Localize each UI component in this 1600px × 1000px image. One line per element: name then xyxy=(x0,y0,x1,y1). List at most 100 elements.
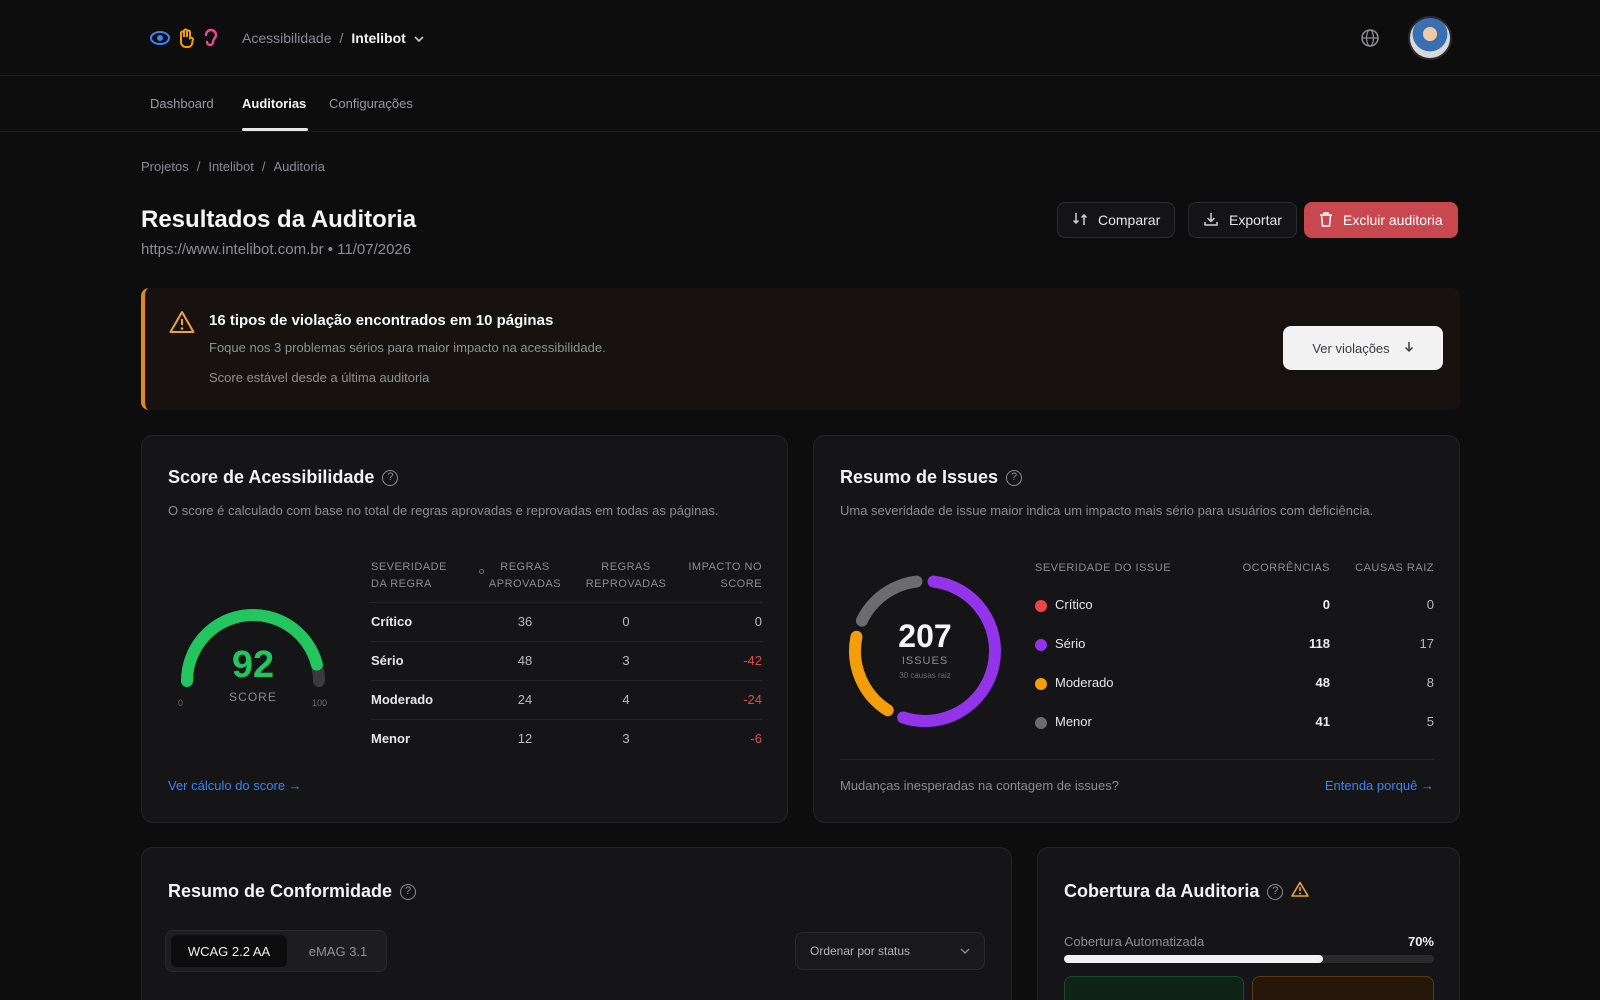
score-label: SCORE xyxy=(229,690,277,704)
breadcrumb-separator: / xyxy=(261,159,266,174)
tab-wcag[interactable]: WCAG 2.2 AA xyxy=(171,935,287,967)
help-icon[interactable]: ? xyxy=(400,883,417,900)
row-divider xyxy=(371,602,762,603)
hand-icon xyxy=(178,28,196,53)
help-icon[interactable]: ? xyxy=(1267,883,1284,900)
table-cell: Menor xyxy=(1055,714,1092,729)
ear-icon xyxy=(204,28,218,53)
issues-total: 207 xyxy=(898,618,952,654)
table-cell: 0 xyxy=(754,614,762,629)
warning-icon xyxy=(1291,881,1310,902)
table-cell: Crítico xyxy=(1055,597,1093,612)
coverage-stat-green xyxy=(1064,976,1244,1000)
issues-footer-text: Mudanças inesperadas na contagem de issu… xyxy=(840,778,1119,793)
table-cell: Menor xyxy=(371,731,410,746)
arrow-down-icon xyxy=(1404,341,1414,356)
coverage-percent: 70% xyxy=(1407,934,1434,949)
view-violations-button[interactable]: Ver violações xyxy=(1283,326,1443,370)
gauge-min: 0 xyxy=(178,698,184,708)
download-icon xyxy=(1203,211,1219,230)
score-calculation-link[interactable]: Ver cálculo do score → xyxy=(168,778,302,793)
compare-icon xyxy=(1072,211,1088,230)
score-card: Score de Acessibilidade ? O score é calc… xyxy=(141,435,788,823)
table-cell: 8 xyxy=(1426,675,1434,690)
issues-card-title: Resumo de Issues ? xyxy=(840,467,1023,488)
issues-description: Uma severidade de issue maior indica um … xyxy=(840,503,1374,518)
table-cell: Sério xyxy=(1055,636,1086,651)
globe-icon[interactable] xyxy=(1360,28,1380,53)
alert-score-status: Score estável desde a última auditoria xyxy=(209,370,430,385)
warning-icon xyxy=(169,310,195,339)
breadcrumb-intelibot[interactable]: Intelibot xyxy=(208,159,254,174)
table-cell: -42 xyxy=(743,653,762,668)
row-divider xyxy=(371,680,762,681)
tab-dashboard[interactable]: Dashboard xyxy=(150,96,214,111)
table-cell: 12 xyxy=(517,731,533,746)
column-header[interactable]: IMPACTO NO SCORE xyxy=(682,559,762,593)
compare-label: Comparar xyxy=(1098,212,1161,228)
view-violations-label: Ver violações xyxy=(1312,340,1390,356)
export-button[interactable]: Exportar xyxy=(1188,202,1297,238)
table-cell: 118 xyxy=(1309,636,1330,651)
score-card-title: Score de Acessibilidade ? xyxy=(168,467,399,488)
tab-configuracoes[interactable]: Configurações xyxy=(329,96,413,111)
column-header[interactable]: SEVERIDADE DO ISSUE xyxy=(1035,560,1171,577)
conformance-card: Resumo de Conformidade ? xyxy=(141,847,1012,1000)
help-icon[interactable]: ? xyxy=(1006,469,1023,486)
column-header[interactable]: OCORRÊNCIAS xyxy=(1204,560,1330,577)
compare-button[interactable]: Comparar xyxy=(1057,202,1176,238)
coverage-progress xyxy=(1064,955,1434,963)
project-name[interactable]: Intelibot xyxy=(351,30,405,46)
eye-icon xyxy=(150,31,170,50)
table-cell: 0 xyxy=(1322,597,1330,612)
page-title: Resultados da Auditoria xyxy=(141,206,417,233)
avatar[interactable] xyxy=(1408,16,1452,60)
sort-icon[interactable] xyxy=(479,569,484,574)
conformance-card-title: Resumo de Conformidade ? xyxy=(168,881,417,902)
tab-emag[interactable]: eMAG 3.1 xyxy=(294,935,382,967)
chevron-down-icon[interactable] xyxy=(414,30,424,46)
score-title-text: Score de Acessibilidade xyxy=(168,467,375,487)
row-divider xyxy=(371,641,762,642)
help-icon[interactable]: ? xyxy=(382,469,399,486)
sort-select[interactable]: Ordenar por status xyxy=(795,932,985,970)
donut-segment-menor xyxy=(855,575,923,627)
alert-title: 16 tipos de violação encontrados em 10 p… xyxy=(209,312,554,329)
table-cell: Crítico xyxy=(371,614,413,629)
breadcrumb-projetos[interactable]: Projetos xyxy=(141,159,189,174)
table-cell: 0 xyxy=(622,614,630,629)
project-switcher[interactable]: Acessibilidade / Intelibot xyxy=(242,30,424,46)
table-cell: -24 xyxy=(743,692,762,707)
crumb-separator: / xyxy=(339,30,344,46)
alert-message: Foque nos 3 problemas sérios para maior … xyxy=(209,340,606,355)
active-tab-indicator xyxy=(242,128,308,131)
column-header[interactable]: SEVERIDADE DA REGRA xyxy=(371,559,451,593)
breadcrumb-separator: / xyxy=(196,159,201,174)
coverage-progress-fill xyxy=(1064,955,1323,963)
conformance-title-text: Resumo de Conformidade xyxy=(168,881,393,901)
page-subtitle: https://www.intelibot.com.br • 11/07/202… xyxy=(141,241,412,258)
breadcrumb: Projetos / Intelibot / Auditoria xyxy=(141,159,325,174)
crumb-root[interactable]: Acessibilidade xyxy=(242,30,332,46)
coverage-card-title: Cobertura da Auditoria ? xyxy=(1064,881,1310,902)
column-header[interactable]: REGRAS REPROVADAS xyxy=(576,559,676,593)
issues-total-label: ISSUES xyxy=(901,655,949,667)
delete-audit-button[interactable]: Excluir auditoria xyxy=(1304,202,1458,238)
column-header[interactable]: CAUSAS RAIZ xyxy=(1334,560,1434,577)
severity-dot-serious xyxy=(1035,639,1047,651)
table-cell: 4 xyxy=(622,692,630,707)
severity-dot-critical xyxy=(1035,600,1047,612)
tab-auditorias[interactable]: Auditorias xyxy=(242,96,306,111)
understand-why-link[interactable]: Entenda porquê → xyxy=(1308,778,1434,793)
coverage-label: Cobertura Automatizada xyxy=(1064,934,1205,949)
standard-switcher: WCAG 2.2 AA eMAG 3.1 xyxy=(165,930,387,972)
violations-alert: 16 tipos de violação encontrados em 10 p… xyxy=(141,288,1460,410)
table-cell: -6 xyxy=(750,731,762,746)
table-cell: 17 xyxy=(1419,636,1434,651)
severity-dot-moderate xyxy=(1035,678,1047,690)
app-logo[interactable] xyxy=(150,28,218,53)
column-header[interactable]: REGRAS APROVADAS xyxy=(480,559,570,593)
table-cell: 36 xyxy=(517,614,533,629)
row-divider xyxy=(371,719,762,720)
card-divider xyxy=(840,759,1434,760)
